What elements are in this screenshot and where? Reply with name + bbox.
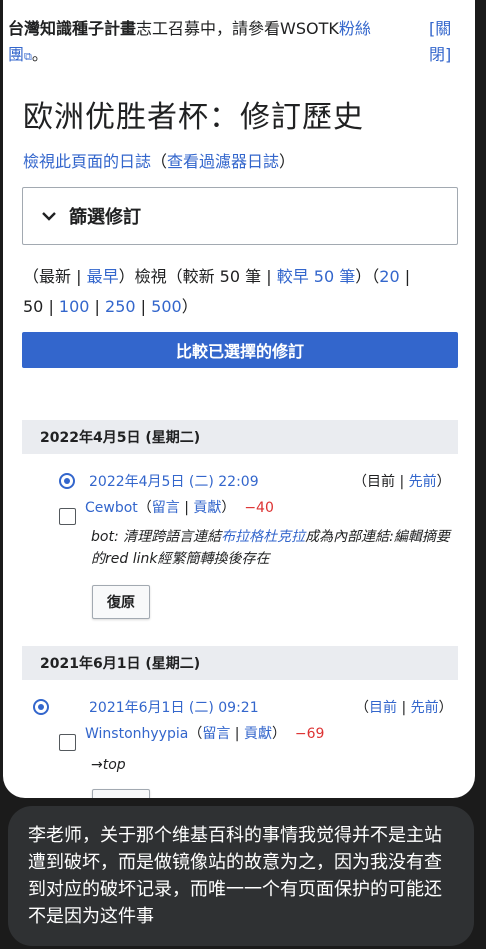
day-header: 2021年6月1日 (星期二) bbox=[22, 646, 458, 680]
previous-link[interactable]: 先前 bbox=[411, 700, 439, 716]
external-link-icon: ⧉ bbox=[24, 50, 32, 63]
limit-50-text: 50 bbox=[23, 297, 44, 316]
size-diff: −40 bbox=[244, 500, 274, 516]
revision-user-line: Winstonhyypia（留言 | 貢獻） −69 bbox=[85, 723, 324, 743]
restore-button[interactable]: 復原 bbox=[92, 585, 150, 619]
paren-open: （ bbox=[188, 726, 203, 742]
restore-button[interactable]: 復原 bbox=[92, 789, 150, 798]
chat-message-bubble: 李老师，关于那个维基百科的事情我觉得并不是主站遭到破坏，而是做镜像站的故意为之，… bbox=[8, 806, 474, 946]
user-link[interactable]: Winstonhyypia bbox=[85, 726, 188, 742]
notice-text: 志工召募中，請參看WSOTK bbox=[136, 19, 339, 38]
revision-radio[interactable] bbox=[33, 699, 49, 715]
revision-nav: （目前 | 先前） bbox=[355, 697, 453, 717]
size-diff: −69 bbox=[294, 726, 325, 742]
revision-checkbox[interactable] bbox=[59, 734, 76, 751]
current-link[interactable]: 目前 bbox=[369, 700, 397, 716]
previous-link[interactable]: 先前 bbox=[409, 474, 437, 490]
view-log-link[interactable]: 檢視此頁面的日誌 bbox=[23, 152, 151, 171]
user-link[interactable]: Cewbot bbox=[85, 500, 138, 516]
paren-close: ） bbox=[438, 700, 453, 716]
oldest-link[interactable]: 最早 bbox=[87, 267, 119, 286]
day-header: 2022年4月5日 (星期二) bbox=[22, 420, 458, 454]
current-text: （目前 | bbox=[353, 474, 409, 490]
pagination: （最新 | 最早）檢視（較新 50 筆 | 較早 50 筆）（20 | 50 | … bbox=[23, 267, 411, 316]
view-text: ）檢視（較新 50 筆 | bbox=[118, 267, 277, 286]
pagination-sep: ）（ bbox=[355, 267, 380, 286]
limit-20-link[interactable]: 20 bbox=[379, 267, 399, 286]
notice-bold-text: 台灣知識種子計畫 bbox=[8, 19, 137, 38]
chevron-down-icon bbox=[41, 206, 57, 227]
contribs-link[interactable]: 貢獻 bbox=[193, 500, 221, 516]
revision-nav: （目前 | 先前） bbox=[353, 471, 451, 491]
filter-label: 篩選修訂 bbox=[69, 207, 141, 228]
paren-open: （ bbox=[355, 700, 369, 716]
pipe: | bbox=[43, 297, 59, 316]
notice-fans-link[interactable]: 粉絲 bbox=[339, 19, 371, 38]
revision-radio[interactable] bbox=[59, 473, 75, 489]
summary-article-link[interactable]: 布拉格杜克拉 bbox=[221, 529, 305, 545]
paren-open: （ bbox=[151, 152, 168, 171]
revision-checkbox[interactable] bbox=[59, 508, 76, 525]
paren-close: ） bbox=[279, 152, 296, 171]
wiki-page-card: 台灣知識種子計畫志工召募中，請參看WSOTK粉絲團⧉。 [關閉] 欧洲优胜者杯：… bbox=[3, 0, 475, 798]
newest-text: （最新 | bbox=[23, 267, 87, 286]
site-notice: 台灣知識種子計畫志工召募中，請參看WSOTK粉絲團⧉。 bbox=[8, 16, 426, 70]
log-links: 檢視此頁面的日誌（查看過濾器日誌） bbox=[23, 148, 295, 172]
notice-period: 。 bbox=[31, 45, 48, 64]
revision-timestamp-link[interactable]: 2021年6月1日 (二) 09:21 bbox=[89, 697, 259, 717]
pipe: | bbox=[135, 297, 152, 316]
talk-link[interactable]: 留言 bbox=[152, 500, 180, 516]
limit-100-link[interactable]: 100 bbox=[59, 297, 90, 316]
revision-timestamp-link[interactable]: 2022年4月5日 (二) 22:09 bbox=[89, 471, 259, 491]
filter-log-link[interactable]: 查看過濾器日誌 bbox=[167, 152, 279, 171]
paren-close: ） bbox=[436, 474, 451, 490]
section-link[interactable]: →top bbox=[91, 754, 126, 776]
paren-close: ） bbox=[271, 726, 286, 742]
limit-500-link[interactable]: 500 bbox=[151, 297, 182, 316]
paren-close: ） bbox=[221, 500, 236, 516]
older-50-link[interactable]: 較早 50 筆 bbox=[277, 267, 356, 286]
summary-text: bot: 清理跨語言連結 bbox=[91, 529, 222, 545]
close-notice-button[interactable]: [關閉] bbox=[429, 16, 459, 68]
paren-close: ） bbox=[181, 297, 198, 316]
pipe: | bbox=[230, 726, 244, 742]
paren-open: （ bbox=[137, 500, 152, 516]
pipe: | bbox=[89, 297, 106, 316]
revision-user-line: Cewbot（留言 | 貢獻） −40 bbox=[85, 497, 274, 517]
contribs-link[interactable]: 貢獻 bbox=[244, 726, 272, 742]
filter-revisions-toggle[interactable]: 篩選修訂 bbox=[22, 187, 458, 245]
talk-link[interactable]: 留言 bbox=[202, 726, 230, 742]
pipe: | bbox=[397, 700, 411, 716]
page-title: 欧洲优胜者杯：修訂歷史 bbox=[23, 100, 364, 135]
compare-revisions-button[interactable]: 比較已選擇的修訂 bbox=[22, 332, 458, 368]
pipe: | bbox=[179, 500, 194, 516]
notice-fans-link-2[interactable]: 團 bbox=[8, 45, 24, 64]
limit-250-link[interactable]: 250 bbox=[105, 297, 136, 316]
edit-summary: bot: 清理跨語言連結布拉格杜克拉成為內部連結:編輯摘要的red link經繁… bbox=[91, 526, 461, 570]
